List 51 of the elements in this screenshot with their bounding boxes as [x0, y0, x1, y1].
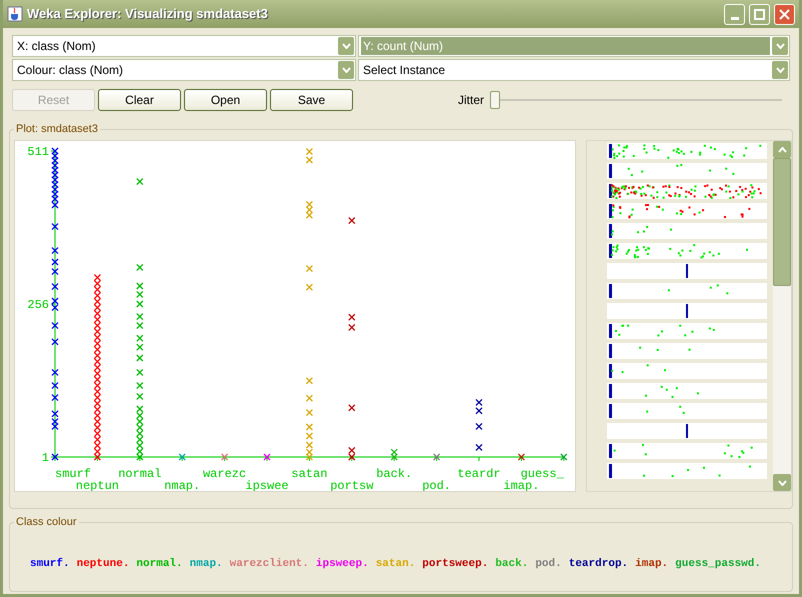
class-legend-label[interactable]: ipsweep.	[316, 556, 369, 572]
class-legend-label[interactable]: portsweep.	[422, 556, 488, 572]
minimize-icon	[730, 16, 738, 20]
action-button[interactable]: Save	[270, 89, 353, 111]
close-icon	[779, 8, 790, 20]
x-category-label: normal	[118, 467, 162, 481]
class-legend-label[interactable]: satan.	[376, 556, 416, 572]
close-button[interactable]	[774, 4, 795, 24]
x-category-label: satan	[291, 467, 328, 481]
x-category-label: warezc	[203, 467, 246, 481]
up-caret-icon	[778, 146, 786, 152]
y-tick-label: 1	[42, 451, 49, 465]
window-title: Weka Explorer: Visualizing smdataset3	[27, 5, 269, 24]
scroll-down-button[interactable]	[773, 474, 791, 491]
x-category-label: smurf	[55, 467, 92, 481]
dropdown-caret-icon	[342, 67, 350, 73]
dropdown-caret-icon	[342, 43, 350, 49]
y-tick-label: 511	[27, 145, 49, 159]
dropdown[interactable]: Y: count (Num)	[358, 35, 790, 57]
x-category-label: teardr	[457, 467, 501, 481]
dropdown[interactable]: Select Instance	[358, 59, 790, 81]
class-legend-label[interactable]: normal.	[136, 556, 183, 572]
action-button[interactable]: Clear	[98, 89, 181, 111]
action-button[interactable]: Open	[184, 89, 267, 111]
scrollbar-thumb[interactable]	[773, 158, 791, 286]
dropdown[interactable]: Colour: class (Nom)	[12, 59, 356, 81]
maximize-button[interactable]	[749, 4, 770, 24]
class-legend-label[interactable]: neptune.	[76, 556, 130, 572]
scroll-up-button[interactable]	[773, 141, 791, 158]
class-legend-label[interactable]: warezclient.	[230, 556, 309, 572]
class-legend-label[interactable]: smurf.	[30, 556, 70, 572]
class-legend-label[interactable]: pod.	[535, 556, 562, 572]
attribute-scatter-strip[interactable]	[607, 183, 767, 199]
java-cup-icon	[7, 6, 23, 22]
dropdown-caret-icon	[776, 43, 784, 49]
maximize-icon	[754, 8, 765, 20]
jitter-label: Jitter	[458, 92, 484, 109]
class-legend-label[interactable]: teardrop.	[568, 556, 628, 572]
down-caret-icon	[778, 480, 786, 486]
attribute-scatter-strip[interactable]	[607, 203, 767, 219]
x-category-label: back.	[376, 467, 412, 481]
dropdown-caret-icon	[776, 67, 784, 73]
minimize-button[interactable]	[724, 4, 745, 24]
jitter-slider[interactable]	[490, 91, 782, 109]
dropdown[interactable]: X: class (Nom)	[12, 35, 356, 57]
class-legend-label[interactable]: nmap.	[190, 556, 223, 572]
x-category-label: guess_	[520, 467, 564, 481]
class-legend-label[interactable]: guess_passwd.	[675, 556, 761, 572]
y-tick-label: 256	[27, 298, 49, 312]
class-legend-label[interactable]: back.	[495, 556, 528, 572]
class-legend-label[interactable]: imap.	[635, 556, 668, 572]
